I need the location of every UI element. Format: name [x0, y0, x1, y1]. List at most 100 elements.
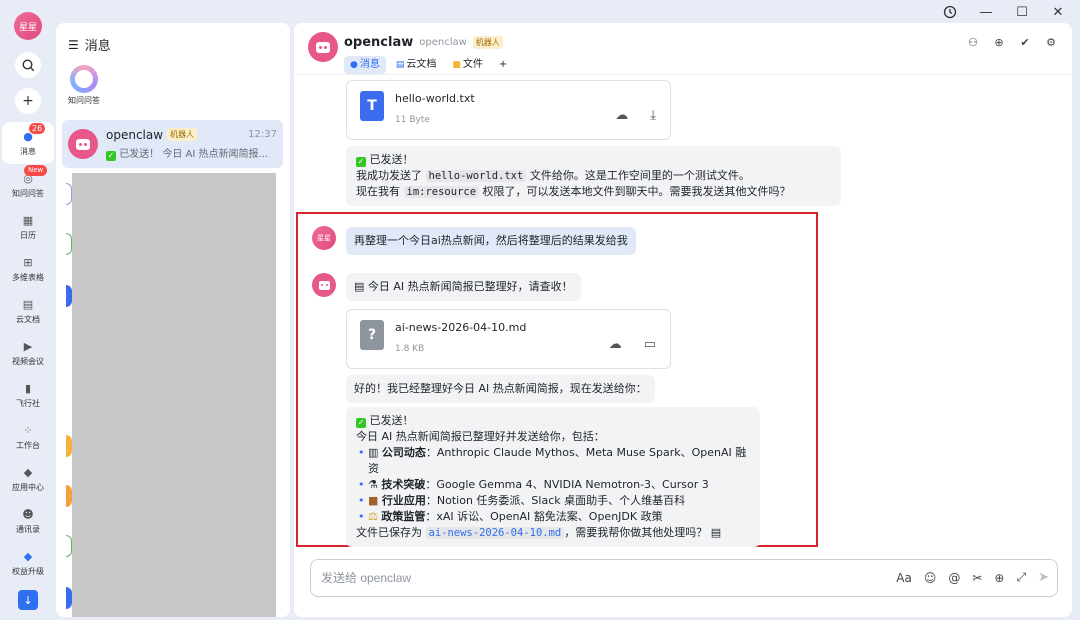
chat-bot-avatar[interactable] [308, 32, 338, 62]
check-icon: ✓ [356, 418, 366, 428]
checkmark-icon[interactable]: ✔ [1018, 35, 1032, 49]
user-avatar[interactable]: 星星 [312, 226, 336, 250]
check-icon: ✓ [106, 150, 116, 161]
tab-docs[interactable]: ▤ 云文档 [390, 56, 443, 74]
user-avatar[interactable]: 星星 [14, 12, 42, 40]
book-icon: ▮ [24, 382, 32, 395]
member-icon[interactable]: ⚇ [966, 35, 980, 49]
history-icon[interactable] [942, 4, 958, 20]
rail-item-messages[interactable]: ● 26 消息 [2, 122, 54, 164]
newspaper-icon: ▤ [354, 280, 365, 293]
file-link[interactable]: ai-news-2026-04-10.md [425, 527, 565, 539]
chat-title: openclaw [344, 35, 414, 50]
plus-circle-icon[interactable]: ⊕ [994, 571, 1004, 585]
rail-item-label: 应用中心 [12, 482, 44, 492]
newspaper-icon: ▤ [710, 526, 722, 539]
rail-item-meeting[interactable]: ▶ 视频会议 [2, 332, 54, 374]
conversation-list-panel: ☰ 消息 知问问答 openclaw 机器人 12:37 ✓ 已发送！ 今日 A… [56, 23, 290, 617]
tab-files[interactable]: ■ 文件 [446, 56, 489, 74]
check-icon: ✓ [356, 157, 366, 167]
zhiwen-shortcut[interactable]: 知问问答 [64, 65, 104, 106]
conversation-name: openclaw [106, 127, 164, 142]
send-icon[interactable]: ➤ [1038, 570, 1049, 585]
add-tab-button[interactable]: + [493, 56, 513, 74]
zhiwen-icon [70, 65, 98, 93]
rail-item-docs[interactable]: ▤ 云文档 [2, 290, 54, 332]
inline-code: hello-world.txt [425, 170, 527, 182]
mention-icon[interactable]: @ [948, 571, 960, 585]
news-list: ▥ 公司动态：Anthropic Claude Mythos、Meta Muse… [356, 445, 750, 525]
message-input[interactable] [321, 568, 821, 588]
message-text: 我成功发送了 [356, 169, 422, 182]
expand-icon[interactable]: ⤢ [1016, 570, 1026, 585]
settings-gear-icon[interactable]: ⚙ [1044, 35, 1058, 49]
file-size: 11 Byte [395, 115, 430, 125]
rail-item-label: 消息 [20, 146, 36, 156]
folder-icon[interactable]: ▭ [644, 337, 656, 352]
list-title: 消息 [84, 39, 111, 54]
list-avatar-stub [66, 587, 72, 609]
bot-message: ✓ 已发送！ 今日 AI 热点新闻简报已整理好并发送给你，包括： ▥ 公司动态：… [346, 407, 760, 547]
bullet-key: 行业应用 [381, 494, 426, 507]
list-avatar-stub [66, 183, 72, 205]
chat-panel: openclaw openclaw 机器人 ⚇ ⊕ ✔ ⚙ ● 消息 ▤ 云文档 ■… [294, 23, 1072, 617]
message-text: 今日 AI 热点新闻简报已整理好并发送给你，包括： [356, 430, 605, 443]
rail-item-base[interactable]: ⊞ 多维表格 [2, 248, 54, 290]
close-button[interactable]: ✕ [1050, 4, 1066, 20]
rail-item-label: 云文档 [16, 314, 40, 324]
rail-item-zhiwen[interactable]: ◎ New 知问问答 [2, 164, 54, 206]
rail-item-upgrade[interactable]: ◆ 权益升级 [2, 542, 54, 584]
file-name: hello-world.txt [395, 92, 475, 105]
bullet-text: ：xAI 诉讼、OpenAI 豁免法案、OpenJDK 政策 [425, 510, 663, 523]
new-badge: New [24, 165, 48, 176]
redacted-area [72, 173, 276, 617]
diamond-icon: ◆ [23, 550, 33, 563]
message-text: 文件给你。这是工作空间里的一个测试文件。 [529, 169, 750, 182]
status-text: 已发送！ [369, 153, 414, 166]
file-card[interactable]: T hello-world.txt 11 Byte ☁ ⤓ [346, 80, 671, 140]
conversation-time: 12:37 [248, 129, 277, 140]
scales-icon: ⚖ [368, 510, 378, 523]
rail-item-feixingshe[interactable]: ▮ 飞行社 [2, 374, 54, 416]
message-text: ，需要我帮你做其他处理吗？ [564, 526, 708, 539]
contacts-icon: ☻ [22, 508, 34, 521]
tab-messages[interactable]: ● 消息 [344, 56, 386, 74]
rail-item-contacts[interactable]: ☻ 通讯录 [2, 500, 54, 542]
message-text: 今日 AI 热点新闻简报已整理好，请查收！ [367, 280, 573, 293]
list-item: ⚖ 政策监管：xAI 诉讼、OpenAI 豁免法案、OpenJDK 政策 [356, 509, 750, 525]
list-avatar-stub [66, 535, 72, 557]
list-menu-icon[interactable]: ☰ [68, 38, 79, 52]
list-item: ▥ 公司动态：Anthropic Claude Mythos、Meta Muse… [356, 445, 750, 477]
file-name: ai-news-2026-04-10.md [395, 321, 527, 334]
video-icon: ▶ [23, 340, 33, 353]
briefcase-icon: ■ [368, 494, 379, 507]
text-format-icon[interactable]: Aa [896, 571, 912, 585]
cloud-upload-icon[interactable]: ☁ [609, 337, 622, 352]
minimize-button[interactable]: — [978, 4, 994, 20]
emoji-icon[interactable]: ☺ [924, 571, 937, 585]
bot-message: 好的！我已经整理好今日 AI 热点新闻简报，现在发送给你： [346, 375, 655, 403]
apps-icon: ◆ [23, 466, 33, 479]
chat-tabs: ● 消息 ▤ 云文档 ■ 文件 + [344, 56, 513, 74]
folder-icon: ■ [452, 60, 461, 70]
message-text: 权限了，可以发送本地文件到聊天中。需要我发送其他文件吗？ [482, 185, 791, 198]
scissors-icon[interactable]: ✂ [972, 571, 982, 585]
doc-icon: ▤ [395, 60, 405, 70]
rail-item-calendar[interactable]: ▦ 日历 [2, 206, 54, 248]
bot-avatar[interactable] [312, 273, 336, 297]
grid-icon: ⁘ [23, 424, 33, 437]
cloud-upload-icon[interactable]: ☁ [615, 108, 628, 123]
rail-item-app-center[interactable]: ◆ 应用中心 [2, 458, 54, 500]
rail-item-workplace[interactable]: ⁘ 工作台 [2, 416, 54, 458]
add-button[interactable]: + [15, 88, 41, 114]
download-icon[interactable]: ⤓ [650, 108, 656, 123]
add-to-chat-icon[interactable]: ⊕ [992, 35, 1006, 49]
conversation-item-openclaw[interactable]: openclaw 机器人 12:37 ✓ 已发送！ 今日 AI 热点新闻简报..… [62, 120, 283, 168]
download-icon[interactable]: ↓ [18, 590, 38, 610]
list-avatar-stub [66, 233, 72, 255]
rail-item-label: 知问问答 [12, 188, 44, 198]
maximize-button[interactable]: ☐ [1014, 4, 1030, 20]
search-button[interactable] [15, 52, 41, 78]
file-card[interactable]: ? ai-news-2026-04-10.md 1.8 KB ☁ ▭ [346, 309, 671, 369]
bullet-key: 公司动态 [381, 446, 426, 459]
